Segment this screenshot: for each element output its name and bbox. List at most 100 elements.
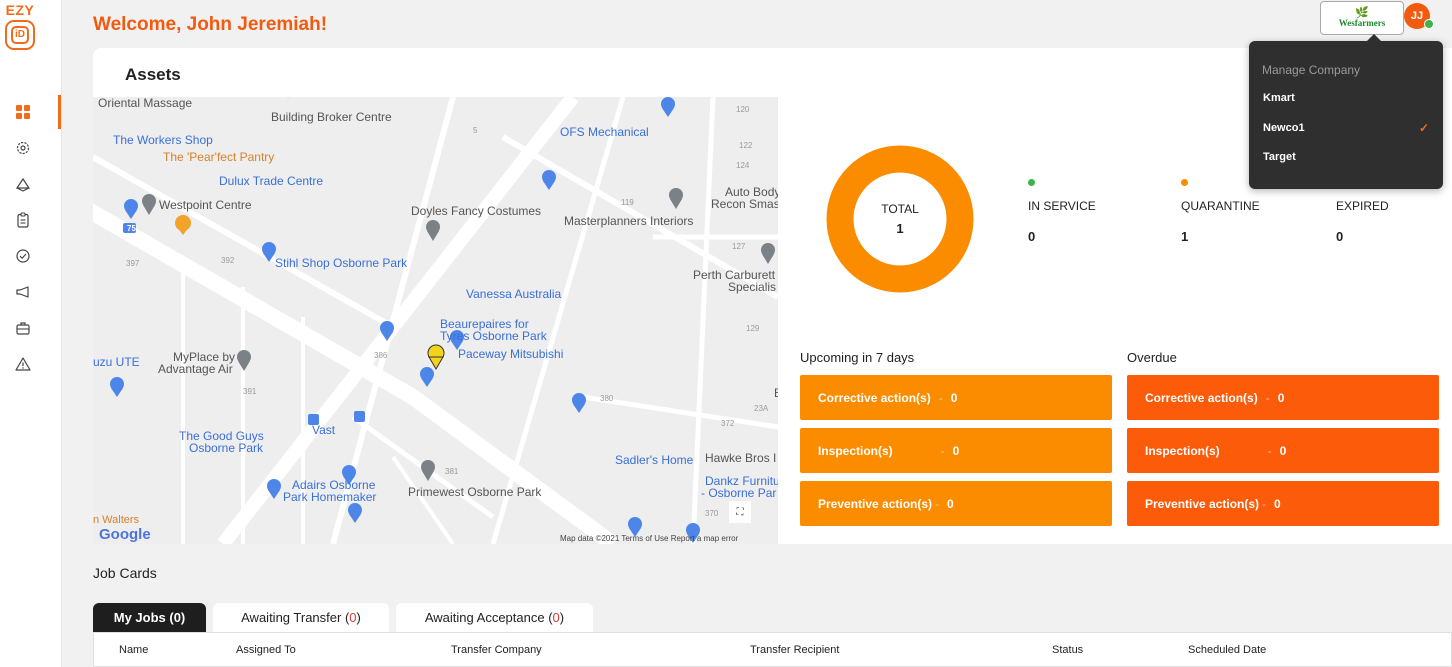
separator: - [940, 443, 945, 458]
donut-total-label: TOTAL [881, 202, 919, 216]
map-label: Doyles Fancy Costumes [411, 204, 542, 218]
sidebar-item-dashboard[interactable] [0, 94, 62, 130]
map-label: OFS Mechanical [560, 125, 649, 139]
overdue-corrective-button[interactable]: Corrective action(s) -0 [1127, 375, 1439, 420]
dashboard-grid-icon [16, 105, 30, 119]
tab-awaiting-transfer[interactable]: Awaiting Transfer (0) [213, 603, 389, 632]
upcoming-inspection-button[interactable]: Inspection(s) -0 [800, 428, 1112, 473]
cube-stack-icon [15, 177, 31, 192]
button-label: Preventive action(s) [1145, 496, 1260, 511]
map-label: Specialis [728, 280, 777, 294]
button-label: Preventive action(s) [818, 496, 933, 511]
sidebar-item-settings[interactable] [0, 130, 62, 166]
overdue-preventive-button[interactable]: Preventive action(s) -0 [1127, 481, 1439, 526]
map-number: 372 [721, 419, 735, 428]
company-switcher-button[interactable]: 🌿 Wesfarmers [1320, 1, 1404, 35]
online-status-dot [1424, 19, 1434, 29]
map-label: Hawke Bros I [705, 451, 777, 465]
menu-item-label: Target [1263, 151, 1296, 163]
overdue-inspection-button[interactable]: Inspection(s) -0 [1127, 428, 1439, 473]
megaphone-icon [16, 286, 29, 298]
button-count: 0 [1279, 443, 1287, 458]
map-number: 386 [374, 351, 388, 360]
map-label: - Osborne Par [701, 486, 777, 500]
separator: - [935, 496, 940, 511]
map-label: Dulux Trade Centre [219, 174, 324, 188]
logo-badge[interactable]: iD [5, 20, 35, 50]
tab-my-jobs[interactable]: My Jobs (0) [93, 603, 206, 632]
map-number: 122 [739, 141, 753, 150]
assets-title: Assets [125, 65, 181, 84]
in-service-dot [1028, 179, 1035, 186]
column-header-name[interactable]: Name [119, 644, 148, 656]
job-cards-table-header: Name Assigned To Transfer Company Transf… [93, 632, 1452, 667]
tab-awaiting-acceptance[interactable]: Awaiting Acceptance (0) [396, 603, 593, 632]
app-root: EZY iD Welcome, John Jeremiah! 🌿 Wesfarm… [0, 0, 1452, 667]
company-menu-item-target[interactable]: Target [1249, 142, 1443, 172]
map-roads [93, 97, 778, 544]
separator: - [1262, 496, 1267, 511]
upcoming-corrective-button[interactable]: Corrective action(s) -0 [800, 375, 1112, 420]
logo-badge-text: iD [11, 26, 29, 44]
map-label: Stihl Shop Osborne Park [275, 256, 408, 270]
map-label: Vast [312, 423, 336, 437]
company-menu-item-kmart[interactable]: Kmart [1249, 83, 1443, 113]
map-label: Vanessa Australia [466, 287, 562, 301]
map-number: 119 [621, 198, 634, 207]
map-label: Primewest Osborne Park [408, 485, 542, 499]
column-header-assigned-to[interactable]: Assigned To [236, 644, 296, 656]
map-label: The Workers Shop [113, 133, 213, 147]
sidebar-item-tasks[interactable] [0, 238, 62, 274]
button-count: 0 [1274, 496, 1281, 511]
map-label: Tyres Osborne Park [440, 329, 547, 343]
warning-triangle-icon [15, 357, 31, 371]
button-label: Inspection(s) [818, 443, 893, 458]
map-label: Recon Smas [711, 197, 778, 211]
map-number: 127 [732, 242, 746, 251]
company-menu-item-newco1[interactable]: Newco1 ✓ [1249, 113, 1443, 143]
button-count: 0 [1277, 390, 1285, 405]
sidebar-item-announcements[interactable] [0, 274, 62, 310]
in-service-label: IN SERVICE [1028, 199, 1096, 213]
gear-icon [16, 141, 30, 155]
map-number: 391 [243, 387, 257, 396]
map-fullscreen-icon[interactable]: ⛶ [729, 501, 751, 523]
clipboard-icon [17, 212, 29, 228]
check-circle-icon [16, 249, 30, 263]
sidebar-item-jobs[interactable] [0, 310, 62, 346]
sidebar-item-alerts[interactable] [0, 346, 62, 382]
upcoming-preventive-button[interactable]: Preventive action(s) -0 [800, 481, 1112, 526]
map-number: 120 [736, 105, 750, 114]
column-header-transfer-recipient[interactable]: Transfer Recipient [750, 644, 839, 656]
checkmark-icon: ✓ [1418, 121, 1429, 135]
expired-label: EXPIRED [1336, 199, 1389, 213]
column-header-scheduled-date[interactable]: Scheduled Date [1188, 644, 1266, 656]
map-label: Sadler's Home [615, 453, 694, 467]
column-header-status[interactable]: Status [1052, 644, 1083, 656]
column-header-transfer-company[interactable]: Transfer Company [451, 644, 542, 656]
total-donut-chart: TOTAL 1 [826, 145, 974, 293]
map-label: Masterplanners Interiors [564, 214, 694, 228]
tab-count: 0 [349, 610, 357, 625]
map-number: 23A [754, 404, 769, 413]
map-label: uzu UTE [93, 355, 140, 369]
assets-map[interactable]: Oriental Massage Building Broker Centre … [93, 97, 778, 544]
sidebar-item-assets[interactable] [0, 166, 62, 202]
tab-label: My Jobs [113, 610, 166, 625]
button-count: 0 [952, 443, 960, 458]
button-label: Corrective action(s) [1145, 390, 1258, 405]
map-route-shield: 75 [127, 224, 136, 233]
map-label: Oriental Massage [98, 97, 193, 110]
map-number: 397 [126, 259, 140, 268]
map-attribution[interactable]: Map data ©2021 Terms of Use Report a map… [560, 534, 738, 543]
in-service-value: 0 [1028, 229, 1036, 244]
welcome-heading: Welcome, John Jeremiah! [93, 14, 328, 35]
menu-item-label: Kmart [1263, 92, 1295, 104]
map-number: 370 [705, 509, 719, 518]
map-number: 5 [473, 126, 478, 135]
button-label: Corrective action(s) [818, 390, 931, 405]
quarantine-dot [1181, 179, 1188, 186]
menu-item-label: Newco1 [1263, 122, 1305, 134]
sidebar-item-clipboard[interactable] [0, 202, 62, 238]
map-label: Paceway Mitsubishi [458, 347, 564, 361]
